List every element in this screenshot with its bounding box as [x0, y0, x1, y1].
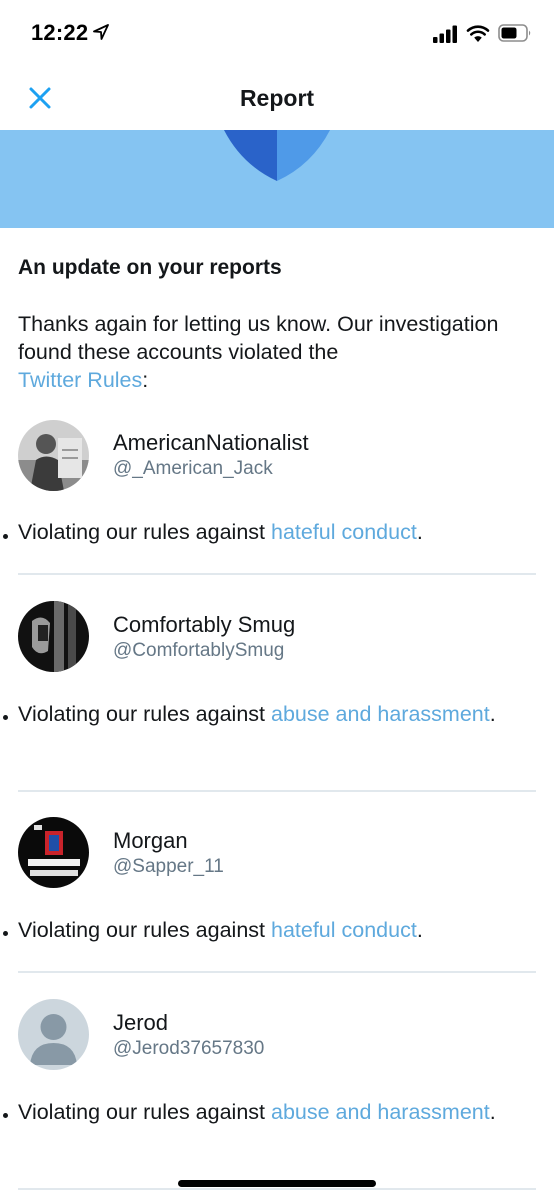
- violation-suffix: .: [489, 1100, 496, 1124]
- divider: [18, 790, 536, 792]
- rule-link[interactable]: abuse and harassment: [271, 1100, 490, 1124]
- divider: [18, 573, 536, 575]
- avatar[interactable]: [18, 817, 89, 888]
- divider: [18, 1188, 536, 1190]
- violation-suffix: .: [416, 918, 423, 942]
- account-name: Jerod: [113, 1010, 169, 1035]
- intro-body: Thanks again for letting us know. Our in…: [18, 312, 499, 364]
- account-handle: @_American_Jack: [113, 458, 273, 479]
- violation-suffix: .: [489, 702, 496, 726]
- status-time: 12:22: [31, 20, 89, 45]
- violation-text: Violating our rules against abuse and ha…: [18, 1095, 518, 1130]
- rule-link[interactable]: abuse and harassment: [271, 702, 490, 726]
- violation-prefix: Violating our rules against: [18, 702, 271, 726]
- rule-link[interactable]: hateful conduct: [271, 520, 417, 544]
- account-name: Morgan: [113, 828, 188, 853]
- violation-prefix: Violating our rules against: [18, 520, 271, 544]
- status-bar: 12:22: [0, 0, 554, 62]
- divider: [18, 971, 536, 973]
- avatar[interactable]: [18, 999, 89, 1070]
- avatar[interactable]: [18, 601, 89, 672]
- account-handle: @Sapper_11: [113, 856, 224, 877]
- violation-text: Violating our rules against hateful cond…: [18, 515, 518, 550]
- account-handle: @Jerod37657830: [113, 1038, 265, 1059]
- bullet: [3, 931, 8, 936]
- wifi-icon: [466, 25, 490, 42]
- bullet: [3, 534, 8, 539]
- account-name: Comfortably Smug: [113, 612, 296, 637]
- bullet: [3, 1113, 8, 1118]
- page-title: Report: [239, 85, 315, 111]
- cellular-signal-icon: [433, 25, 457, 43]
- violation-text: Violating our rules against abuse and ha…: [18, 697, 518, 732]
- location-arrow-icon: [93, 24, 109, 40]
- violation-prefix: Violating our rules against: [18, 918, 271, 942]
- battery-icon: [498, 24, 531, 42]
- home-indicator[interactable]: [178, 1180, 376, 1187]
- header-banner: [0, 130, 554, 228]
- intro-text: Thanks again for letting us know. Our in…: [18, 310, 538, 394]
- nav-bar: Report: [0, 62, 554, 130]
- intro-end: :: [142, 368, 149, 392]
- rule-link[interactable]: hateful conduct: [271, 918, 417, 942]
- violation-suffix: .: [416, 520, 423, 544]
- violation-text: Violating our rules against hateful cond…: [18, 913, 518, 948]
- account-name: AmericanNationalist: [113, 430, 309, 455]
- section-heading: An update on your reports: [18, 256, 282, 279]
- violation-prefix: Violating our rules against: [18, 1100, 271, 1124]
- account-handle: @ComfortablySmug: [113, 640, 285, 661]
- twitter-rules-link[interactable]: Twitter Rules: [18, 368, 142, 392]
- bullet: [3, 715, 8, 720]
- shield-icon: [224, 130, 330, 181]
- avatar[interactable]: [18, 420, 89, 491]
